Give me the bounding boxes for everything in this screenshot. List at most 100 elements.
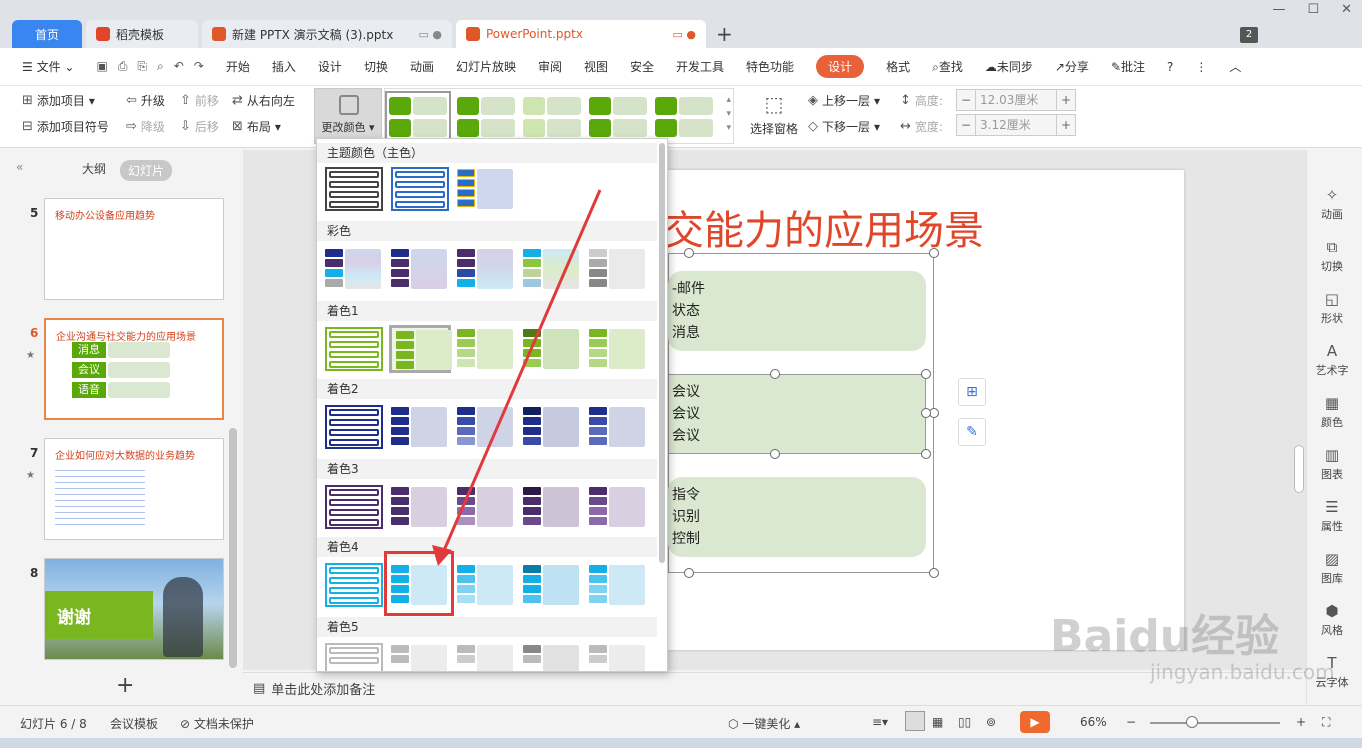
menu-design[interactable]: 设计 xyxy=(318,58,342,75)
notes-placeholder[interactable]: 单击此处添加备注 xyxy=(271,679,375,698)
tab-slides[interactable]: 幻灯片 xyxy=(120,160,173,181)
slide-thumbnail-selected[interactable]: 企业沟通与社交能力的应用场景 消息 会议 语音 xyxy=(44,318,224,420)
resize-handle[interactable] xyxy=(929,248,939,258)
find-icon[interactable]: ⌕ xyxy=(157,59,164,74)
color-option[interactable] xyxy=(391,247,449,291)
menu-smartart-design[interactable]: 设计 xyxy=(816,55,865,78)
width-value[interactable]: 3.12厘米 xyxy=(975,115,1057,135)
menu-insert[interactable]: 插入 xyxy=(272,58,296,75)
file-menu[interactable]: ☰ 文件 ⌄ xyxy=(22,58,74,75)
menu-developer[interactable]: 开发工具 xyxy=(676,58,724,75)
tab-home[interactable]: 首页 xyxy=(12,20,82,48)
menu-security[interactable]: 安全 xyxy=(630,58,654,75)
resize-handle[interactable] xyxy=(929,568,939,578)
sidebar-shape[interactable]: ◱ 形状 xyxy=(1307,290,1357,326)
smartart-box-1[interactable] xyxy=(668,271,926,351)
color-option[interactable] xyxy=(523,247,581,291)
move-back-button[interactable]: ⇩ 后移 xyxy=(180,118,219,135)
color-option[interactable] xyxy=(457,167,515,211)
slide-title[interactable]: 交能力的应用场景 xyxy=(664,198,984,256)
color-option[interactable] xyxy=(325,563,383,607)
color-option[interactable] xyxy=(457,247,515,291)
color-option[interactable] xyxy=(391,643,449,671)
canvas-scrollbar[interactable] xyxy=(1294,445,1304,493)
bring-forward-button[interactable]: ◈ 上移一层 ▾ xyxy=(808,92,880,109)
menu-animation[interactable]: 动画 xyxy=(410,58,434,75)
menu-format[interactable]: 格式 xyxy=(886,58,910,75)
dropdown-scrollbar[interactable] xyxy=(659,143,665,563)
collapse-panel-icon[interactable]: « xyxy=(16,160,23,174)
right-to-left-button[interactable]: ⇄ 从右向左 xyxy=(232,92,295,109)
promote-button[interactable]: ⇦ 升级 xyxy=(126,92,165,109)
menu-slideshow[interactable]: 幻灯片放映 xyxy=(456,58,516,75)
tab-powerpoint[interactable]: PowerPoint.pptx ▭ ● xyxy=(456,20,706,48)
gallery-scroll-icon[interactable]: ▴ ▾ ▾ xyxy=(726,93,731,135)
maximize-icon[interactable]: ☐ xyxy=(1307,2,1319,17)
view-reading-icon[interactable]: ▯▯ xyxy=(958,715,971,729)
move-forward-button[interactable]: ⇧ 前移 xyxy=(180,92,219,109)
color-option[interactable] xyxy=(523,643,581,671)
width-field[interactable]: − 3.12厘米 + xyxy=(956,114,1076,136)
minus-icon[interactable]: − xyxy=(957,118,975,132)
format-brush-icon[interactable]: ✎ xyxy=(958,418,986,446)
tab-modified-dot-icon[interactable]: ▭ ● xyxy=(663,28,697,41)
slide-thumbnail[interactable]: 移动办公设备应用趋势 xyxy=(44,198,224,300)
notes-bar[interactable]: ▤ 单击此处添加备注 xyxy=(243,672,1306,704)
smartart-box-3-text[interactable]: 指令 识别 控制 xyxy=(672,484,700,550)
save-icon[interactable]: ▣ xyxy=(96,59,107,74)
tab-docer[interactable]: 稻壳模板 xyxy=(86,20,198,48)
comment-button[interactable]: ✎批注 xyxy=(1111,58,1145,75)
color-option[interactable] xyxy=(325,643,383,671)
zoom-slider[interactable] xyxy=(1150,722,1280,724)
smartart-box-2-text[interactable]: 会议 会议 会议 xyxy=(672,381,700,447)
smartart-box-1-text[interactable]: -邮件 状态 消息 xyxy=(672,278,705,344)
shape-handle[interactable] xyxy=(770,449,780,459)
send-backward-button[interactable]: ◇ 下移一层 ▾ xyxy=(808,118,880,135)
add-slide-plus-icon[interactable]: + xyxy=(116,673,134,698)
more-icon[interactable]: ⋮ xyxy=(1195,60,1207,74)
height-field[interactable]: − 12.03厘米 + xyxy=(956,89,1076,111)
view-presenter-icon[interactable]: ⊚ xyxy=(986,715,996,729)
color-option[interactable] xyxy=(325,247,383,291)
color-option[interactable] xyxy=(325,167,383,211)
search-button[interactable]: ⌕查找 xyxy=(932,58,963,75)
color-option[interactable] xyxy=(325,485,383,529)
sidebar-properties[interactable]: ☰ 属性 xyxy=(1307,498,1357,534)
menu-view[interactable]: 视图 xyxy=(584,58,608,75)
color-option[interactable] xyxy=(457,643,515,671)
sync-button[interactable]: ☁未同步 xyxy=(985,58,1033,75)
color-option[interactable] xyxy=(589,247,647,291)
demote-button[interactable]: ⇨ 降级 xyxy=(126,118,165,135)
color-option[interactable] xyxy=(589,643,647,671)
protect-status[interactable]: ⊘ 文档未保护 xyxy=(180,715,254,732)
color-option[interactable] xyxy=(457,485,515,529)
tab-outline[interactable]: 大纲 xyxy=(82,160,106,177)
color-option[interactable] xyxy=(523,327,581,371)
sidebar-gallery[interactable]: ▨ 图库 xyxy=(1307,550,1357,586)
color-option[interactable] xyxy=(325,405,383,449)
shape-handle[interactable] xyxy=(921,369,931,379)
color-option[interactable] xyxy=(589,405,647,449)
change-color-button[interactable]: 更改颜色 ▾ xyxy=(314,88,382,144)
sidebar-animation[interactable]: ✧ 动画 xyxy=(1307,186,1357,222)
view-normal-icon[interactable]: ≡▾ xyxy=(872,715,888,729)
share-button[interactable]: ↗分享 xyxy=(1055,58,1089,75)
new-tab-plus-icon[interactable]: + xyxy=(716,22,733,46)
window-count-badge[interactable]: 2 xyxy=(1240,27,1258,43)
color-option[interactable] xyxy=(391,167,449,211)
color-option[interactable] xyxy=(325,327,383,371)
plus-icon[interactable]: + xyxy=(1057,93,1075,107)
menu-start[interactable]: 开始 xyxy=(226,58,250,75)
color-option[interactable] xyxy=(457,563,515,607)
slide-thumbnail[interactable]: 谢谢 xyxy=(44,558,224,660)
style-option[interactable] xyxy=(455,93,517,139)
color-option-current[interactable] xyxy=(389,325,452,373)
layout-button[interactable]: ⊠ 布局 ▾ xyxy=(232,118,281,135)
sidebar-transition[interactable]: ⧉ 切换 xyxy=(1307,238,1357,274)
shape-handle[interactable] xyxy=(770,369,780,379)
menu-transition[interactable]: 切换 xyxy=(364,58,388,75)
add-item-button[interactable]: ⊞ 添加项目 ▾ xyxy=(22,92,95,109)
smartart-box-3[interactable] xyxy=(668,477,926,557)
resize-handle[interactable] xyxy=(684,568,694,578)
selection-pane-button[interactable]: ⬚ 选择窗格 xyxy=(750,92,798,137)
